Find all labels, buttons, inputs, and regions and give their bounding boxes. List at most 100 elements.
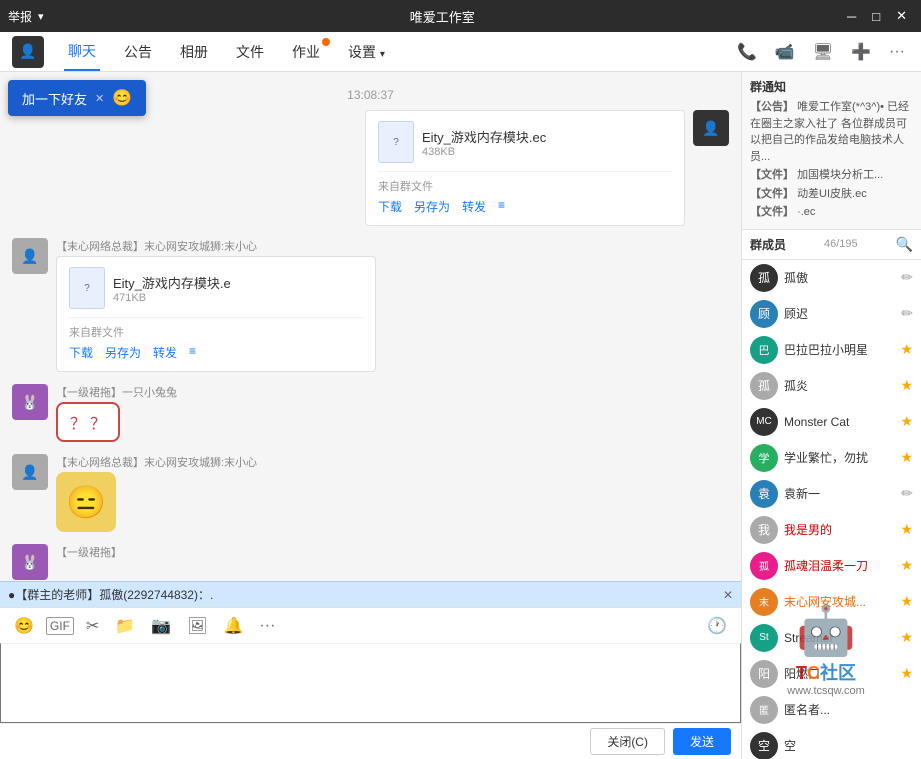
list-item[interactable]: 顾 顾迟 ✏ bbox=[742, 296, 921, 332]
list-item[interactable]: 匿 匿名者... bbox=[742, 692, 921, 728]
main-container: 👤 聊天 公告 相册 文件 作业 设置 ▾ 📞 📹 🖥 ➕ ··· bbox=[0, 32, 921, 759]
list-item[interactable]: 孤 孤傲 ✏ bbox=[742, 260, 921, 296]
forward-link[interactable]: 转发 bbox=[462, 198, 486, 215]
members-list: 孤 孤傲 ✏ 顾 顾迟 ✏ 巴 巴拉巴拉小明星 ★ 孤 孤炎 ★ bbox=[742, 260, 921, 759]
save-link[interactable]: 另存为 bbox=[414, 198, 450, 215]
titlebar: 举报 ▾ 唯爱工作室 ─ □ ✕ bbox=[0, 0, 921, 32]
member-name: 巴拉巴拉小明星 bbox=[784, 341, 894, 358]
file-size: 471KB bbox=[113, 292, 231, 304]
popup-label: 加一下好友 bbox=[22, 89, 87, 108]
right-sidebar: 群通知 【公告】 唯爱工作室(*^3^)• 已经在圈主之家入社了 各位群成员可以… bbox=[741, 72, 921, 759]
download-link[interactable]: 下载 bbox=[378, 198, 402, 215]
avatar: 🐰 bbox=[12, 544, 48, 580]
member-avatar: 顾 bbox=[750, 300, 778, 328]
msg-sender: 【一级裙拖】 bbox=[56, 544, 122, 560]
table-row: 👤 【末心网络总裁】末心网安攻城狮:末小心 😑 bbox=[12, 454, 729, 532]
list-item[interactable]: 末 末心网安攻城... ★ bbox=[742, 584, 921, 620]
member-avatar: 孤 bbox=[750, 372, 778, 400]
bottom-bar-close[interactable]: ✕ bbox=[723, 588, 733, 602]
screen-icon[interactable]: 🖥 bbox=[809, 38, 837, 66]
avatar: 🐰 bbox=[12, 384, 48, 420]
add-icon[interactable]: ➕ bbox=[847, 38, 875, 66]
edit-icon: ✏ bbox=[901, 485, 913, 502]
star-icon: ★ bbox=[900, 413, 913, 430]
gif-icon[interactable]: GIF bbox=[46, 617, 74, 635]
file-actions[interactable]: 下载 另存为 转发 ≡ bbox=[69, 344, 363, 361]
member-search-icon[interactable]: 🔍 bbox=[896, 236, 913, 253]
settings-dropdown-icon: ▾ bbox=[380, 49, 385, 60]
file-icon: ? bbox=[378, 121, 414, 163]
nav-right-icons: 📞 📹 🖥 ➕ ··· bbox=[733, 38, 909, 66]
list-item[interactable]: 巴 巴拉巴拉小明星 ★ bbox=[742, 332, 921, 368]
close-button[interactable]: ✕ bbox=[890, 6, 913, 26]
nav-notice[interactable]: 公告 bbox=[120, 34, 156, 70]
list-item[interactable]: St Streamer ★ bbox=[742, 620, 921, 656]
list-item[interactable]: 孤 孤炎 ★ bbox=[742, 368, 921, 404]
table-row: 🐰 【一级裙拖】一只小兔兔 ？ ？ bbox=[12, 384, 729, 442]
notice-title: 群通知 bbox=[750, 78, 913, 95]
phone-icon[interactable]: 📞 bbox=[733, 38, 761, 66]
input-footer: 关闭(C) 发送 bbox=[0, 723, 741, 759]
download-link[interactable]: 下载 bbox=[69, 344, 93, 361]
star-icon: ★ bbox=[900, 521, 913, 538]
video-icon[interactable]: 📹 bbox=[771, 38, 799, 66]
titlebar-left: 举报 ▾ bbox=[8, 8, 44, 25]
notice-section: 群通知 【公告】 唯爱工作室(*^3^)• 已经在圈主之家入社了 各位群成员可以… bbox=[742, 72, 921, 230]
file-size: 438KB bbox=[422, 146, 546, 158]
send-button[interactable]: 发送 bbox=[673, 728, 731, 755]
more-icon[interactable]: ··· bbox=[885, 39, 909, 65]
star-icon: ★ bbox=[900, 377, 913, 394]
star-icon: ★ bbox=[900, 341, 913, 358]
list-item[interactable]: 孤 孤魂泪温柔一刀 ★ bbox=[742, 548, 921, 584]
user-avatar[interactable]: 👤 bbox=[12, 36, 44, 68]
titlebar-title: 唯爱工作室 bbox=[44, 7, 841, 26]
camera-icon[interactable]: 📷 bbox=[147, 612, 175, 640]
nav-settings[interactable]: 设置 ▾ bbox=[344, 34, 389, 70]
more-link[interactable]: ≡ bbox=[498, 198, 505, 215]
message-input[interactable] bbox=[0, 643, 741, 723]
close-button[interactable]: 关闭(C) bbox=[590, 728, 665, 755]
msg-content: 【一级裙拖】一只小兔兔 ？ ？ bbox=[56, 384, 177, 442]
list-item[interactable]: 袁 袁新一 ✏ bbox=[742, 476, 921, 512]
file-icon: ? bbox=[69, 267, 105, 309]
star-icon: ★ bbox=[900, 557, 913, 574]
sticker-message: 😑 bbox=[56, 472, 116, 532]
list-item[interactable]: MC Monster Cat ★ bbox=[742, 404, 921, 440]
file-source: 来自群文件 bbox=[69, 324, 363, 340]
folder-icon[interactable]: 📁 bbox=[111, 612, 139, 640]
list-item: 【文件】 加国模块分析工... bbox=[750, 167, 913, 184]
restore-button[interactable]: □ bbox=[866, 7, 886, 26]
avatar: 👤 bbox=[12, 238, 48, 274]
member-avatar: 空 bbox=[750, 732, 778, 759]
image-icon[interactable]: 🖼 bbox=[183, 612, 211, 640]
list-item[interactable]: 阳 阳燃口 ★ bbox=[742, 656, 921, 692]
member-name: 阳燃口 bbox=[784, 665, 894, 682]
list-item[interactable]: 空 空 bbox=[742, 728, 921, 759]
clock-icon[interactable]: 🕐 bbox=[703, 612, 731, 640]
popup-close-icon[interactable]: ✕ bbox=[95, 92, 104, 105]
list-item[interactable]: 我 我是男的 ★ bbox=[742, 512, 921, 548]
minimize-button[interactable]: ─ bbox=[841, 7, 862, 26]
nav-homework[interactable]: 作业 bbox=[288, 34, 324, 70]
nav-file[interactable]: 文件 bbox=[232, 34, 268, 70]
nav-chat[interactable]: 聊天 bbox=[64, 33, 100, 71]
more-tools-icon[interactable]: ··· bbox=[255, 613, 279, 639]
member-name: Streamer bbox=[784, 631, 894, 645]
member-avatar: 孤 bbox=[750, 552, 778, 580]
friend-add-popup[interactable]: 加一下好友 ✕ 😊 bbox=[8, 80, 146, 116]
cut-icon[interactable]: ✂ bbox=[82, 612, 103, 640]
more-link[interactable]: ≡ bbox=[189, 344, 196, 361]
list-item[interactable]: 学 学业繁忙，勿扰 ★ bbox=[742, 440, 921, 476]
file-actions[interactable]: 下载 另存为 转发 ≡ bbox=[378, 198, 672, 215]
member-avatar: 匿 bbox=[750, 696, 778, 724]
report-link[interactable]: 举报 bbox=[8, 8, 32, 25]
forward-link[interactable]: 转发 bbox=[153, 344, 177, 361]
avatar: 👤 bbox=[12, 454, 48, 490]
member-name: 匿名者... bbox=[784, 701, 913, 718]
emoji-icon[interactable]: 😊 bbox=[10, 612, 38, 640]
bell-icon[interactable]: 🔔 bbox=[219, 612, 247, 640]
avatar: 👤 bbox=[693, 110, 729, 146]
members-title: 群成员 bbox=[750, 236, 786, 253]
nav-album[interactable]: 相册 bbox=[176, 34, 212, 70]
save-link[interactable]: 另存为 bbox=[105, 344, 141, 361]
